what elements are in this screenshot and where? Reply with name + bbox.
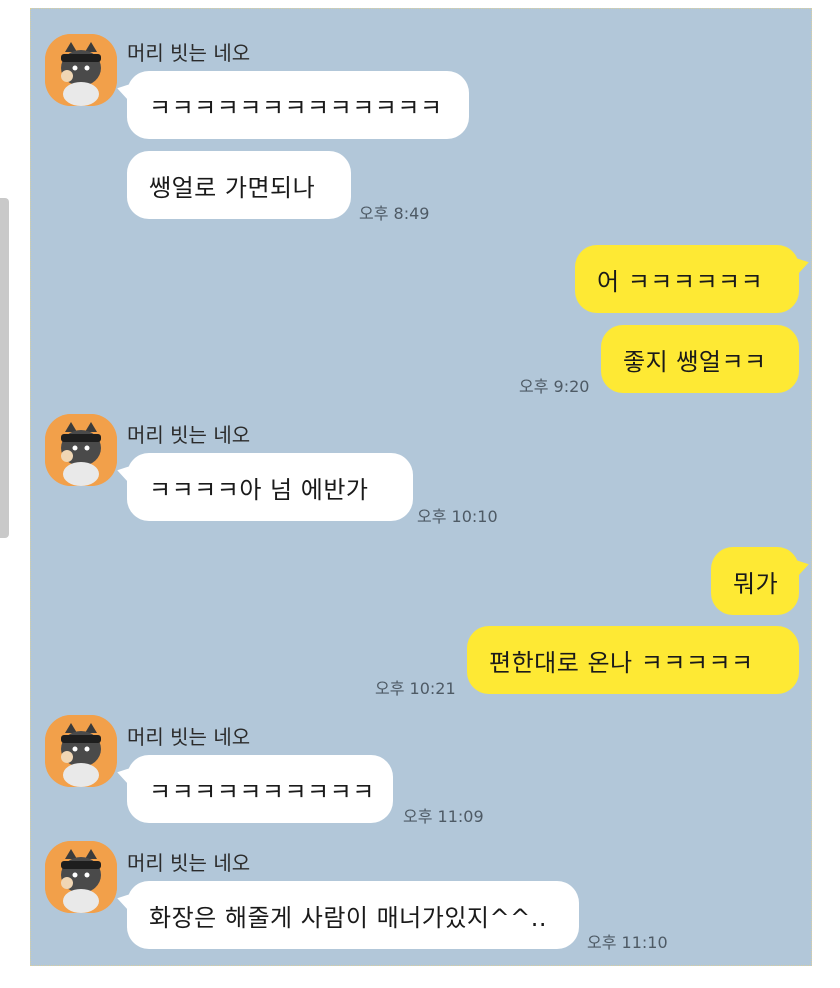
message-bubble[interactable]: 편한대로 온나 ㅋㅋㅋㅋㅋ bbox=[467, 626, 799, 694]
sender-name: 머리 빗는 네오 bbox=[127, 41, 251, 65]
message-timestamp: 오후 11:10 bbox=[587, 933, 668, 952]
message-timestamp: 오후 11:09 bbox=[403, 807, 484, 826]
message-bubble[interactable]: 어 ㅋㅋㅋㅋㅋㅋ bbox=[575, 245, 799, 313]
neo-avatar-icon[interactable] bbox=[45, 34, 117, 106]
sender-name: 머리 빗는 네오 bbox=[127, 851, 251, 875]
message-bubble[interactable]: 쌩얼로 가면되나 bbox=[127, 151, 351, 219]
sender-name: 머리 빗는 네오 bbox=[127, 725, 251, 749]
message-timestamp: 오후 10:21 bbox=[375, 679, 456, 698]
neo-avatar-icon[interactable] bbox=[45, 841, 117, 913]
message-bubble[interactable]: ㅋㅋㅋㅋㅋㅋㅋㅋㅋㅋㅋㅋㅋ bbox=[127, 71, 469, 139]
message-timestamp: 오후 9:20 bbox=[519, 377, 590, 396]
message-bubble[interactable]: ㅋㅋㅋㅋㅋㅋㅋㅋㅋㅋ bbox=[127, 755, 393, 823]
neo-avatar-icon[interactable] bbox=[45, 715, 117, 787]
message-timestamp: 오후 8:49 bbox=[359, 204, 430, 223]
chat-room: 머리 빗는 네오 ㅋㅋㅋㅋㅋㅋㅋㅋㅋㅋㅋㅋㅋ 쌩얼로 가면되나 오후 8:49 … bbox=[30, 8, 812, 966]
message-timestamp: 오후 10:10 bbox=[417, 507, 498, 526]
message-bubble[interactable]: 뭐가 bbox=[711, 547, 799, 615]
message-bubble[interactable]: 화장은 해줄게 사람이 매너가있지^^.. bbox=[127, 881, 579, 949]
side-scroll-tab bbox=[0, 198, 9, 538]
sender-name: 머리 빗는 네오 bbox=[127, 423, 251, 447]
neo-avatar-icon[interactable] bbox=[45, 414, 117, 486]
message-bubble[interactable]: 좋지 쌩얼ㅋㅋ bbox=[601, 325, 799, 393]
message-bubble[interactable]: ㅋㅋㅋㅋ아 넘 에반가 bbox=[127, 453, 413, 521]
